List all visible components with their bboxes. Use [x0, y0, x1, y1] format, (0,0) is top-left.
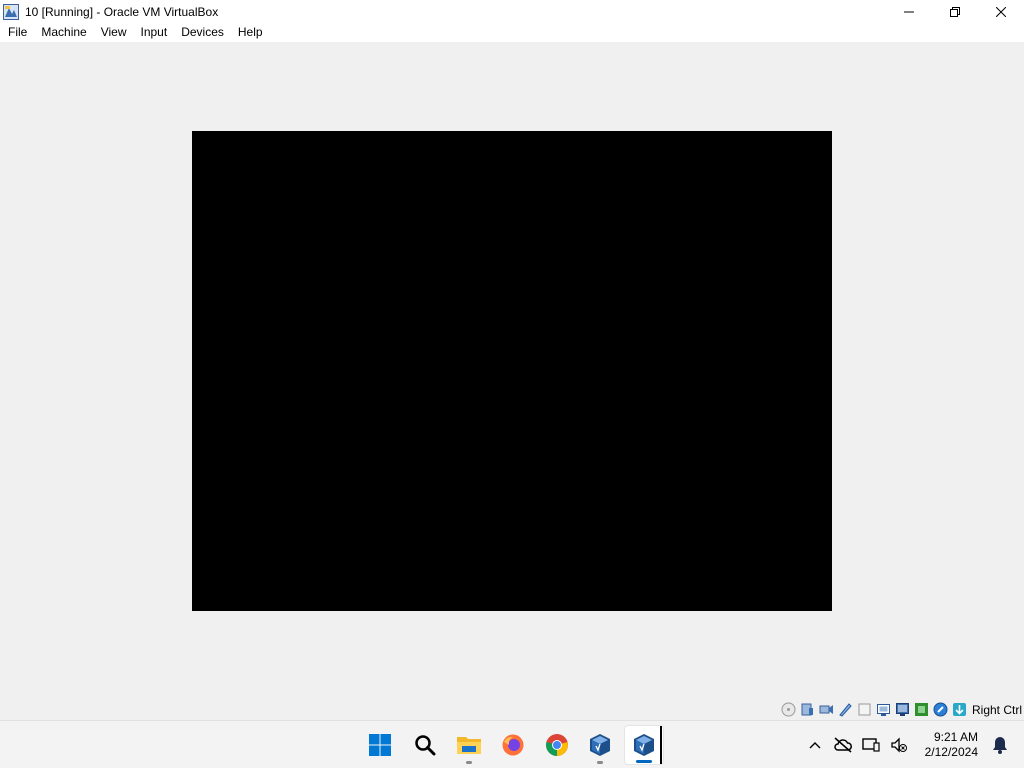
menu-devices[interactable]: Devices [174, 23, 231, 42]
restore-button[interactable] [932, 0, 978, 23]
file-explorer-icon [457, 737, 481, 754]
minimize-button[interactable] [886, 0, 932, 23]
bell-icon [993, 736, 1007, 754]
speaker-muted-icon [890, 736, 907, 753]
cpu-icon[interactable] [932, 701, 949, 718]
hard-disk-icon[interactable] [799, 701, 816, 718]
virtualbox-vm-icon [634, 734, 654, 756]
search-icon [415, 735, 436, 756]
display-status-button[interactable] [857, 729, 885, 761]
firefox-icon [502, 734, 524, 756]
text-cursor [660, 726, 662, 764]
title-bar: 10 [Running] - Oracle VM VirtualBox [0, 0, 1024, 23]
taskbar-virtualbox-manager[interactable] [580, 725, 620, 765]
audio-icon[interactable] [818, 701, 835, 718]
taskbar-virtualbox-vm[interactable] [624, 725, 664, 765]
clock[interactable]: 9:21 AM 2/12/2024 [913, 730, 986, 760]
status-icons [780, 701, 968, 718]
vm-status-bar: Right Ctrl [0, 699, 1024, 720]
chrome-icon [546, 734, 568, 756]
menu-help[interactable]: Help [231, 23, 270, 42]
optical-drive-icon[interactable] [780, 701, 797, 718]
video-capture-icon[interactable] [913, 701, 930, 718]
menu-input[interactable]: Input [134, 23, 175, 42]
close-icon [996, 6, 1006, 17]
clock-date: 2/12/2024 [924, 744, 978, 759]
window-title: 10 [Running] - Oracle VM VirtualBox [25, 4, 219, 19]
menu-bar: File Machine View Input Devices Help [0, 23, 1024, 42]
taskbar-chrome[interactable] [537, 725, 577, 765]
taskbar: 9:21 AM 2/12/2024 [0, 720, 1024, 768]
show-hidden-icons-button[interactable] [801, 729, 829, 761]
search-button[interactable] [405, 725, 445, 765]
notifications-button[interactable] [986, 729, 1014, 761]
menu-view[interactable]: View [94, 23, 134, 42]
window-controls [886, 0, 1024, 23]
chevron-up-icon [809, 741, 821, 748]
cloud-offline-icon [833, 736, 852, 753]
start-button[interactable] [360, 725, 400, 765]
vm-display-area [0, 42, 1024, 698]
host-key-label: Right Ctrl [971, 702, 1022, 717]
monitor-icon [861, 737, 880, 752]
start-button-icon [369, 734, 391, 756]
vm-screen[interactable] [192, 131, 832, 611]
minimize-icon [904, 11, 914, 12]
display-icon[interactable] [894, 701, 911, 718]
network-icon[interactable] [837, 701, 854, 718]
taskbar-file-explorer[interactable] [449, 725, 489, 765]
clock-time: 9:21 AM [933, 729, 978, 744]
restore-icon [950, 6, 960, 17]
system-tray: 9:21 AM 2/12/2024 [801, 721, 1024, 768]
taskbar-firefox[interactable] [493, 725, 533, 765]
menu-file[interactable]: File [1, 23, 34, 42]
virtualbox-manager-icon [590, 734, 610, 756]
network-status-button[interactable] [829, 729, 857, 761]
shared-folders-icon[interactable] [875, 701, 892, 718]
usb-icon[interactable] [856, 701, 873, 718]
menu-machine[interactable]: Machine [34, 23, 93, 42]
volume-button[interactable] [885, 729, 913, 761]
virtualbox-app-icon[interactable] [3, 3, 19, 20]
close-button[interactable] [978, 0, 1024, 23]
mouse-integration-icon[interactable] [951, 701, 968, 718]
